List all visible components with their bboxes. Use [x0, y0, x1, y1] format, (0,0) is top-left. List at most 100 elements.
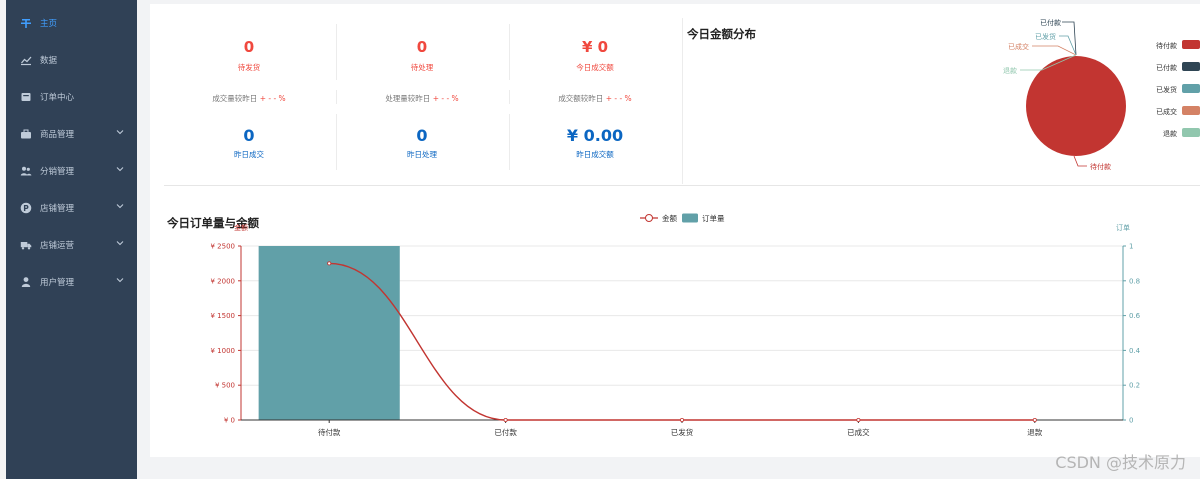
- pie-label: 已发货: [1035, 32, 1056, 41]
- bar-order-count: [258, 246, 400, 420]
- sidebar-item-label: 用户管理: [40, 277, 75, 288]
- line-point: [680, 417, 685, 422]
- pie-label: 退款: [1003, 66, 1017, 75]
- pie-legend-swatch: [1182, 84, 1200, 93]
- x-tick-label: 已付款: [494, 427, 517, 437]
- user-icon: [19, 275, 33, 289]
- line-chart-icon: [19, 53, 33, 67]
- pie-label: 待付款: [1090, 162, 1111, 171]
- y-left-tick-label: ¥ 2000: [211, 277, 236, 285]
- sidebar-item-label: 主页: [40, 18, 58, 29]
- legend-swatch-orders: [682, 213, 698, 223]
- home-icon: [19, 16, 33, 30]
- stat-yesterday-deals[interactable]: 0 昨日成交: [164, 126, 334, 160]
- y-right-axis-label: 订单: [1116, 223, 1130, 232]
- line-point: [856, 417, 861, 422]
- stat-divider: [336, 90, 337, 104]
- stat-divider: [509, 90, 510, 104]
- chevron-down-icon: [115, 127, 125, 137]
- stat-divider: [336, 114, 337, 170]
- inbox-icon: [19, 90, 33, 104]
- sidebar-item-label: 店铺运营: [40, 240, 75, 251]
- stat-label: 昨日成交: [234, 150, 264, 159]
- stat-divider: [509, 114, 510, 170]
- stat-today-amount[interactable]: ¥ 0 今日成交额: [510, 38, 680, 73]
- line-point: [503, 417, 508, 422]
- compare-sign: + - - %: [605, 94, 632, 103]
- chevron-down-icon: [115, 275, 125, 285]
- line-amount: [329, 262, 1035, 421]
- y-right-tick-label: 0.6: [1129, 312, 1141, 320]
- sidebar-item-label: 数据: [40, 55, 58, 66]
- sidebar-item-4[interactable]: 分销管理: [6, 152, 137, 189]
- y-right-tick-label: 1: [1129, 243, 1133, 251]
- stat-yesterday-process[interactable]: 0 昨日处理: [337, 126, 507, 160]
- stat-divider: [509, 24, 510, 80]
- sidebar-item-0[interactable]: 主页: [6, 4, 137, 41]
- stat-value: 0: [243, 126, 255, 145]
- pie-label-line: [1059, 35, 1077, 56]
- line-point: [327, 261, 332, 266]
- y-right-tick-label: 0: [1129, 417, 1133, 425]
- sidebar-item-1[interactable]: 数据: [6, 41, 137, 78]
- stat-divider: [336, 24, 337, 80]
- legend-label-orders: 订单量: [702, 213, 725, 223]
- chevron-down-icon: [115, 238, 125, 248]
- x-tick-label: 已发货: [671, 427, 694, 437]
- stat-yesterday-amount[interactable]: ¥ 0.00 昨日成交额: [510, 126, 680, 160]
- stat-label: 昨日处理: [407, 150, 437, 159]
- compare-process: 处理量较昨日 + - - %: [337, 93, 507, 104]
- stat-pending-process[interactable]: 0 待处理: [337, 38, 507, 73]
- sidebar: 主页数据订单中心商品管理分销管理 P 店铺管理店铺运营用户管理: [6, 0, 137, 479]
- y-left-tick-label: ¥ 500: [215, 382, 235, 390]
- pie-legend-label: 已成交: [1156, 107, 1177, 116]
- sidebar-item-label: 商品管理: [40, 129, 75, 140]
- line-point: [1032, 417, 1037, 422]
- sidebar-item-label: 店铺管理: [40, 203, 75, 214]
- users-icon: [19, 164, 33, 178]
- stat-value: ¥ 0: [581, 38, 609, 56]
- pie-label-line: [1032, 45, 1077, 56]
- stat-value: ¥ 0.00: [566, 126, 624, 145]
- y-left-tick-label: ¥ 1500: [211, 312, 236, 320]
- truck-icon: [19, 238, 33, 252]
- compare-volume: 成交量较昨日 + - - %: [164, 93, 334, 104]
- pie-label-line: [1073, 155, 1087, 167]
- pie-legend-label: 已发货: [1156, 85, 1177, 94]
- briefcase-icon: [19, 127, 33, 141]
- y-right-tick-label: 0.4: [1129, 347, 1141, 355]
- stat-label: 待发货: [237, 63, 261, 72]
- pie-legend-swatch: [1182, 40, 1200, 49]
- stat-label: 今日成交额: [576, 63, 614, 72]
- order-amount-chart: ¥ 0 ¥ 500 ¥ 1000 ¥ 1500 ¥ 2000 ¥ 2500 0 0.2 0.4 0…: [211, 213, 1141, 437]
- stat-value: 0: [416, 126, 428, 145]
- sidebar-item-2[interactable]: 订单中心: [6, 78, 137, 115]
- pie-legend-swatch: [1182, 106, 1200, 115]
- compare-text: 处理量较昨日: [385, 94, 431, 103]
- watermark: CSDN @技术原力: [1055, 453, 1186, 472]
- compare-sign: + - - %: [259, 94, 286, 103]
- x-tick-label: 待付款: [318, 427, 341, 437]
- compare-text: 成交量较昨日: [212, 94, 258, 103]
- compare-amount: 成交额较昨日 + - - %: [510, 93, 680, 104]
- sidebar-item-6[interactable]: 店铺运营: [6, 226, 137, 263]
- stat-pending-ship[interactable]: 0 待发货: [164, 38, 334, 73]
- y-left-axis-label: 金额: [234, 223, 248, 232]
- pie-legend-swatch: [1182, 62, 1200, 71]
- sidebar-item-3[interactable]: 商品管理: [6, 115, 137, 152]
- y-right-tick-label: 0.2: [1129, 382, 1140, 390]
- sidebar-item-label: 订单中心: [40, 92, 75, 103]
- legend-label-amount: 金额: [662, 213, 677, 223]
- stat-value: 0: [243, 38, 255, 56]
- sidebar-item-7[interactable]: 用户管理: [6, 263, 137, 300]
- sidebar-item-label: 分销管理: [40, 166, 75, 177]
- sidebar-item-5[interactable]: P 店铺管理: [6, 189, 137, 226]
- pie-label: 已成交: [1008, 42, 1029, 51]
- legend-marker-amount: [645, 214, 653, 222]
- parking-icon: P: [19, 201, 33, 215]
- pie-slice-0: [1026, 56, 1126, 156]
- pie-label: 已付款: [1040, 18, 1061, 27]
- stat-label: 待处理: [410, 63, 434, 72]
- pie-legend-label: 已付款: [1156, 63, 1177, 72]
- svg-text:P: P: [23, 203, 29, 212]
